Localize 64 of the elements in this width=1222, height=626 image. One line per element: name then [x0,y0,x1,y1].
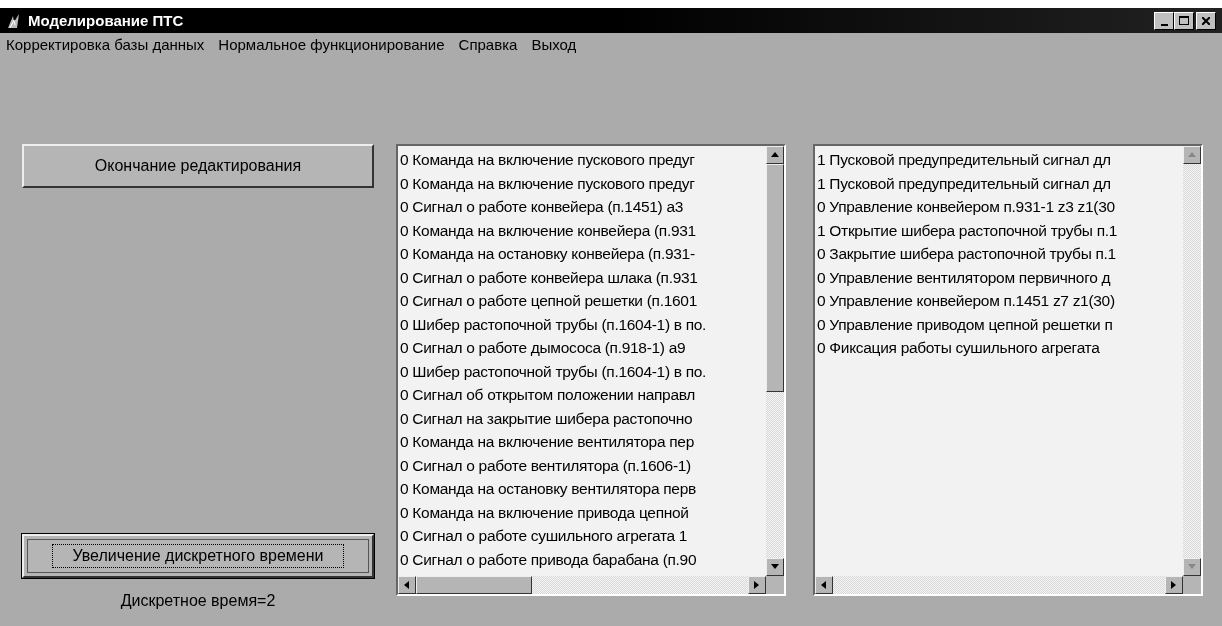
list-item[interactable]: 0 Команда на остановку конвейера (п.931- [400,242,695,266]
menu-item[interactable]: Выход [531,36,577,53]
list-item[interactable]: 0 Сигнал на закрытие шибера растопочно [400,406,693,430]
menu-item[interactable]: Корректировка базы данных [6,36,205,53]
close-button[interactable] [1196,11,1216,30]
list-box[interactable] [396,144,786,596]
minimize-button[interactable] [1154,11,1174,30]
scroll-up-button[interactable] [1183,146,1201,164]
list-item[interactable]: 0 Управление вентилятором первичного д [817,265,1111,289]
horizontal-scrollbar[interactable] [815,576,1183,594]
list-item[interactable]: 0 Управление конвейером п.931-1 z3 z1(30 [817,195,1115,219]
menu-item[interactable]: Нормальное функционирование [218,36,445,53]
list-box[interactable] [813,144,1203,596]
list-item[interactable]: 0 Сигнал об открытом положении направл [400,383,696,407]
action-button[interactable]: Увеличение дискретного времени [22,534,374,578]
list-item[interactable]: 0 Сигнал о работе сушильного агрегата 1 [400,524,688,548]
minimize-icon [1160,23,1168,26]
list-item[interactable]: 0 Команда на остановку вентилятора перв [400,477,696,501]
scroll-down-button[interactable] [766,558,784,576]
maximize-icon [1179,16,1189,25]
list-item[interactable]: 0 Шибер растопочной трубы (п.1604-1) в по. [400,359,707,383]
list-item[interactable]: 0 Управление приводом цепной решетки п [817,312,1113,336]
list-item[interactable]: 0 Сигнал о работе цепной решетки (п.1601 [400,289,697,313]
arrow-left-icon [402,580,412,590]
list-item[interactable]: 0 Шибер растопочной трубы (п.1604-1) в по. [400,312,707,336]
list-item[interactable]: 0 Фиксация работы сушильного агрегата [817,336,1100,360]
maximize-button[interactable] [1174,11,1194,30]
scroll-thumb[interactable] [416,576,532,594]
list-item[interactable]: 0 Команда на включение конвейера (п.931 [400,218,696,242]
scroll-left-button[interactable] [815,576,833,594]
window-title: Моделирование ПТС [28,12,184,29]
vertical-scrollbar[interactable] [1183,146,1201,576]
scroll-up-button[interactable] [766,146,784,164]
list-item[interactable]: 0 Команда на включение пускового предуг [400,171,695,195]
scroll-thumb[interactable] [766,164,784,392]
close-icon [1202,16,1210,25]
list-item[interactable]: 0 Команда на включение вентилятора пер [400,430,694,454]
arrow-up-icon [1187,150,1197,160]
scroll-down-button[interactable] [1183,558,1201,576]
scrollbar-corner [1183,576,1201,594]
arrow-up-icon [770,150,780,160]
list-item[interactable]: 1 Пусковой предупредительный сигнал дл [817,148,1111,172]
list-item[interactable]: 0 Команда на включение привода цепной [400,500,689,524]
scroll-right-button[interactable] [1165,576,1183,594]
vertical-scrollbar[interactable] [766,146,784,576]
list-item[interactable]: 0 Сигнал о работе вентилятора (п.1606-1) [400,453,691,477]
scroll-right-button[interactable] [748,576,766,594]
scroll-left-button[interactable] [398,576,416,594]
list-item[interactable]: 1 Пусковой предупредительный сигнал дл [817,171,1111,195]
list-item[interactable]: 0 Закрытие шибера растопочной трубы п.1 [817,242,1116,266]
horizontal-scrollbar[interactable] [398,576,766,594]
arrow-left-icon [819,580,829,590]
list-item[interactable]: 0 Сигнал о работе конвейера (п.1451) а3 [400,195,684,219]
list-item[interactable]: 0 Сигнал о работе конвейера шлака (п.931 [400,265,698,289]
list-item[interactable]: 0 Команда на включение пускового предуг [400,148,695,172]
list-item[interactable]: 0 Сигнал о работе привода барабана (п.90 [400,547,697,571]
action-button[interactable]: Окончание редактирования [22,144,374,188]
app-icon [6,12,22,29]
list-item[interactable]: 1 Открытие шибера растопочной трубы п.1 [817,218,1118,242]
discrete-time-label: Дискретное время=2 [120,592,276,610]
menu-item[interactable]: Справка [458,36,518,53]
scrollbar-corner [766,576,784,594]
list-item[interactable]: 0 Управление конвейером п.1451 z7 z1(30) [817,289,1115,313]
list-item[interactable]: 0 Сигнал о работе дымососа (п.918-1) а9 [400,336,686,360]
